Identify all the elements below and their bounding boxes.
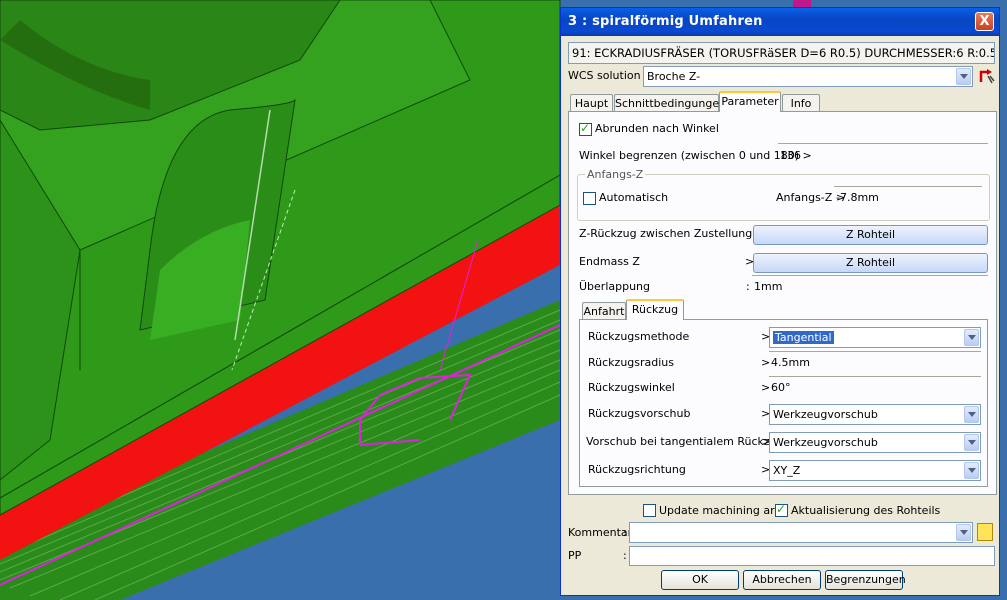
rueckzugsmethode-select[interactable]: Tangential xyxy=(769,327,981,348)
ueberlappung-value[interactable]: 1mm xyxy=(754,280,782,293)
aktualisierung-label: Aktualisierung des Rohteils xyxy=(791,504,941,517)
rueckzugsradius-sep: > xyxy=(761,356,771,369)
subtab-rueckzug[interactable]: Rückzug xyxy=(626,299,684,320)
winkel-label-text: Winkel begrenzen (zwischen 0 und 180) xyxy=(579,149,800,162)
rueckzugsvorschub-label: Rückzugsvorschub xyxy=(588,407,691,420)
chevron-down-icon[interactable] xyxy=(964,434,979,451)
automatisch-label: Automatisch xyxy=(599,191,669,204)
ueberlappung-sep: : xyxy=(746,280,750,293)
anfangs-z-group-label: Anfangs-Z xyxy=(585,168,646,181)
automatisch-checkbox[interactable] xyxy=(583,192,596,205)
rueckzugsradius-label: Rückzugsradius xyxy=(588,356,675,369)
endmass-button[interactable]: Z Rohteil xyxy=(753,253,988,273)
rueckzugsrichtung-label: Rückzugsrichtung xyxy=(588,463,686,476)
wcs-label: WCS solution > xyxy=(568,69,653,82)
tab-parameter[interactable]: Parameter xyxy=(719,91,781,112)
anfangs-z-label-text: Anfangs-Z xyxy=(776,191,833,204)
chevron-down-icon[interactable] xyxy=(964,406,979,423)
rueckzugsmethode-value: Tangential xyxy=(773,331,834,344)
operation-dialog: 3 : spiralförmig Umfahren X 91: ECKRADIU… xyxy=(560,7,1000,596)
aktualisierung-checkbox[interactable] xyxy=(775,502,788,517)
winkel-label: Winkel begrenzen (zwischen 0 und 180) > xyxy=(579,149,812,162)
z-rueckzug-label: Z-Rückzug zwischen Zustellungen > xyxy=(579,227,779,240)
abrunden-label: Abrunden nach Winkel xyxy=(595,122,719,135)
ok-button[interactable]: OK xyxy=(661,570,739,590)
winkel-value[interactable]: 136 xyxy=(780,149,801,162)
wcs-label-text: WCS solution xyxy=(568,69,641,82)
kommentar-sep: : xyxy=(623,526,627,539)
pp-field[interactable] xyxy=(629,546,995,566)
abbrechen-button[interactable]: Abbrechen xyxy=(743,570,821,590)
dialog-titlebar[interactable]: 3 : spiralförmig Umfahren X xyxy=(561,8,999,36)
ueberlappung-label: Überlappung xyxy=(579,280,651,293)
pp-sep: : xyxy=(623,549,627,562)
z-rueckzug-label-text: Z-Rückzug zwischen Zustellungen xyxy=(579,227,766,240)
rueckzugsmethode-label: Rückzugsmethode xyxy=(588,330,690,343)
tab-info[interactable]: Info xyxy=(782,94,820,112)
tab-haupt[interactable]: Haupt xyxy=(570,94,613,112)
wcs-select[interactable]: Broche Z- xyxy=(643,66,973,87)
rueckzugsvorschub-select[interactable]: Werkzeugvorschub xyxy=(769,404,981,425)
rueckzugswinkel-sep: > xyxy=(761,381,771,394)
rueckzugsradius-value[interactable]: 4.5mm xyxy=(771,356,810,369)
subtab-anfahrt[interactable]: Anfahrt xyxy=(582,302,626,320)
rueckzugsrichtung-value: XY_Z xyxy=(773,464,801,477)
chevron-down-icon[interactable] xyxy=(956,524,971,541)
tang-vorschub-label: Vorschub bei tangentialem Rückzug xyxy=(586,435,784,448)
tang-vorschub-value: Werkzeugvorschub xyxy=(773,436,878,449)
z-rueckzug-button[interactable]: Z Rohteil xyxy=(753,225,988,245)
wcs-value: Broche Z- xyxy=(647,70,701,83)
rueckzugsrichtung-select[interactable]: XY_Z xyxy=(769,460,981,481)
anfangs-z-label: Anfangs-Z > xyxy=(776,191,845,204)
close-icon[interactable]: X xyxy=(975,12,994,31)
kommentar-select[interactable] xyxy=(629,522,973,543)
note-icon[interactable] xyxy=(977,523,993,541)
chevron-down-icon[interactable] xyxy=(964,462,979,479)
dialog-title: 3 : spiralförmig Umfahren xyxy=(568,14,763,29)
tool-field[interactable]: 91: ECKRADIUSFRÄSER (TORUSFRäSER D=6 R0.… xyxy=(568,42,995,64)
rueckzugswinkel-label: Rückzugswinkel xyxy=(588,381,675,394)
pp-label: PP xyxy=(568,549,582,562)
chevron-down-icon[interactable] xyxy=(956,68,971,85)
wcs-pick-icon[interactable] xyxy=(978,66,996,86)
begrenzungen-button[interactable]: Begrenzungen xyxy=(825,570,906,590)
update-area-checkbox[interactable] xyxy=(643,504,656,517)
winkel-sep: > xyxy=(802,149,812,162)
anfangs-z-value[interactable]: -7.8mm xyxy=(836,191,879,204)
endmass-label: Endmass Z xyxy=(579,255,640,268)
tang-vorschub-select[interactable]: Werkzeugvorschub xyxy=(769,432,981,453)
tab-schnittbedingungen[interactable]: Schnittbedingungen xyxy=(614,94,726,112)
rueckzugswinkel-value[interactable]: 60° xyxy=(771,381,791,394)
chevron-down-icon[interactable] xyxy=(964,329,979,346)
rueckzug-panel: Rückzugsmethode > Tangential Rückzugsrad… xyxy=(579,319,988,487)
rueckzugsvorschub-value: Werkzeugvorschub xyxy=(773,408,878,421)
update-area-label: Update machining area xyxy=(659,504,788,517)
abrunden-checkbox[interactable] xyxy=(579,121,592,136)
parameter-panel: Abrunden nach Winkel Winkel begrenzen (z… xyxy=(568,111,997,495)
